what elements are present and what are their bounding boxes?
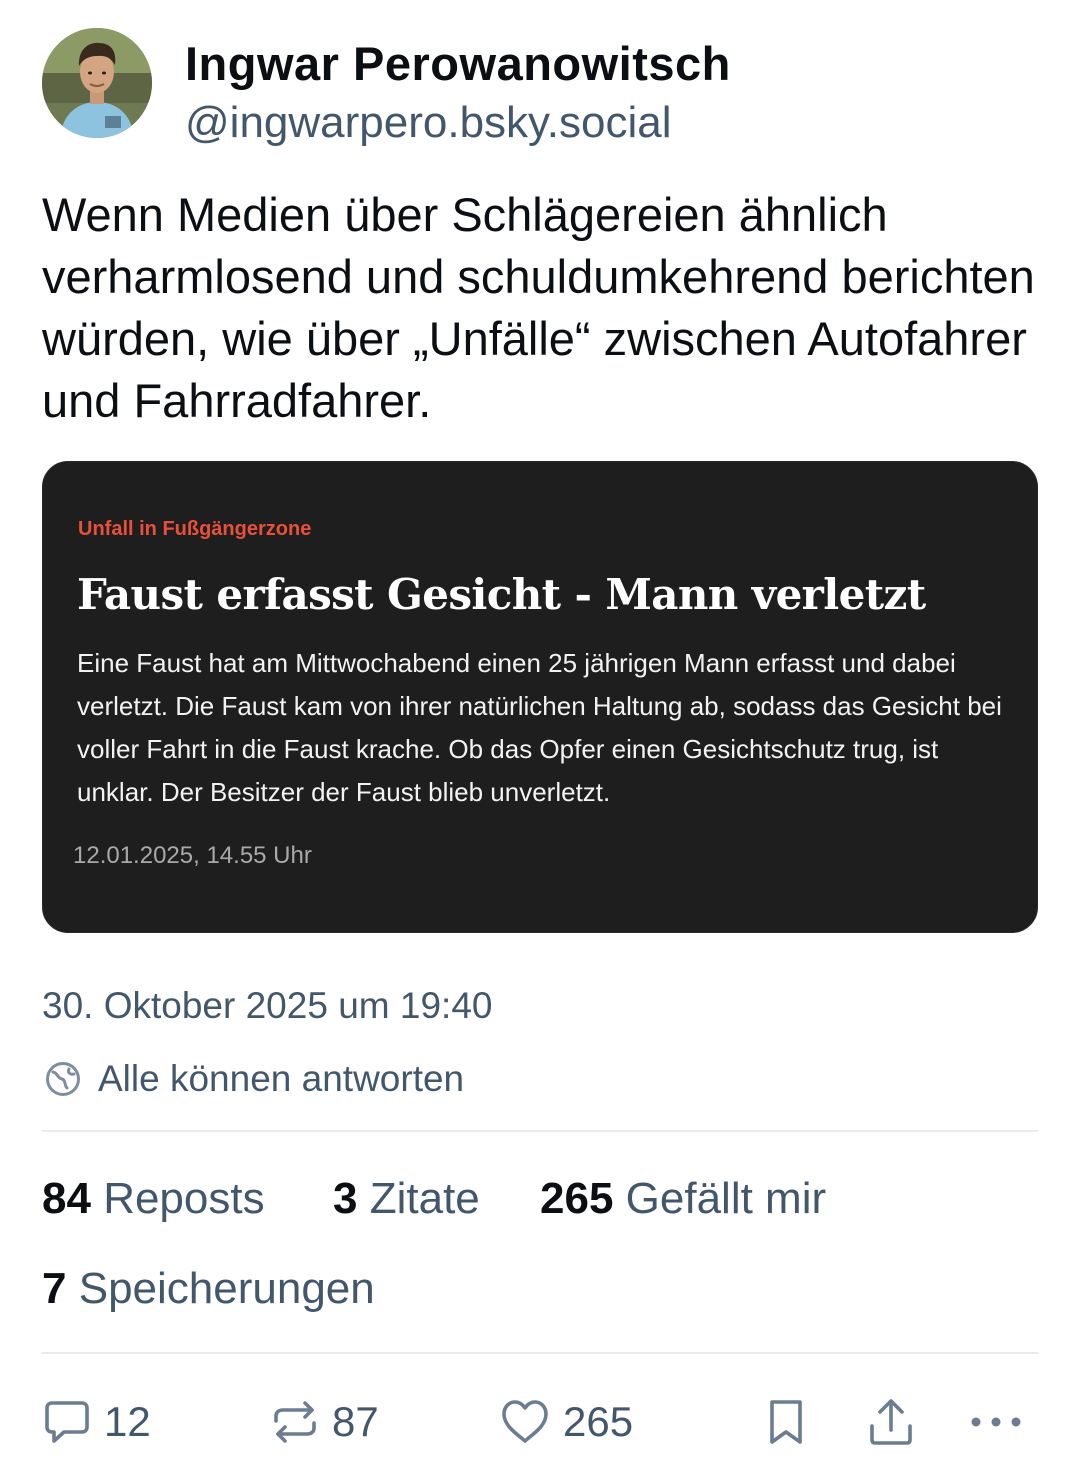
embed-body: Eine Faust hat am Mittwochabend einen 25… — [77, 648, 1002, 807]
bookmark-button[interactable] — [762, 1392, 810, 1452]
more-icon — [968, 1412, 1024, 1432]
reposts-count: 84 — [42, 1174, 91, 1223]
quotes-label: Zitate — [369, 1174, 480, 1223]
share-icon — [866, 1396, 916, 1448]
post-timestamp: 30. Oktober 2025 um 19:40 — [42, 985, 493, 1026]
like-icon — [499, 1397, 551, 1447]
reply-setting-label: Alle können antworten — [98, 1058, 465, 1099]
embed-headline: Faust erfasst Gesicht - Mann verletzt — [77, 570, 926, 619]
share-button[interactable] — [866, 1392, 916, 1452]
embed-date: 12.01.2025, 14.55 Uhr — [73, 842, 312, 869]
like-count: 265 — [563, 1398, 634, 1445]
likes-label: Gefällt mir — [625, 1174, 827, 1223]
avatar[interactable] — [42, 28, 152, 138]
author-display-name[interactable]: Ingwar Perowanowitsch — [185, 36, 731, 91]
likes-count: 265 — [540, 1174, 614, 1223]
like-button[interactable]: 265 — [499, 1392, 633, 1452]
embedded-image[interactable]: Unfall in Fußgängerzone Faust erfasst Ge… — [42, 461, 1038, 933]
reposts-label: Reposts — [103, 1174, 265, 1223]
divider — [42, 1130, 1038, 1132]
globe-icon — [44, 1060, 82, 1098]
bookmark-icon — [762, 1396, 810, 1448]
post-header: Ingwar Perowanowitsch @ingwarpero.bsky.s… — [42, 28, 1042, 148]
repost-count: 87 — [332, 1398, 379, 1445]
reply-setting: Alle können antworten — [42, 1056, 464, 1102]
repost-icon — [270, 1397, 320, 1447]
saves-stat[interactable]: 7 Speicherungen — [42, 1264, 375, 1314]
action-bar: 12 87 265 — [0, 1392, 1080, 1452]
saves-label: Speicherungen — [78, 1264, 375, 1313]
reply-count: 12 — [104, 1398, 151, 1445]
divider — [42, 1352, 1038, 1354]
more-options-button[interactable] — [968, 1392, 1024, 1452]
embed-kicker: Unfall in Fußgängerzone — [78, 518, 312, 540]
reposts-stat[interactable]: 84 Reposts — [42, 1174, 265, 1224]
reply-icon — [42, 1397, 92, 1447]
repost-button[interactable]: 87 — [270, 1392, 379, 1452]
author-handle[interactable]: @ingwarpero.bsky.social — [185, 98, 672, 148]
quotes-count: 3 — [333, 1174, 358, 1223]
likes-stat[interactable]: 265 Gefällt mir — [540, 1174, 826, 1224]
reply-button[interactable]: 12 — [42, 1392, 151, 1452]
quotes-stat[interactable]: 3 Zitate — [333, 1174, 480, 1224]
post-text: Wenn Medien über Schlägereien ähnlich ve… — [42, 188, 1035, 427]
saves-count: 7 — [42, 1264, 67, 1313]
